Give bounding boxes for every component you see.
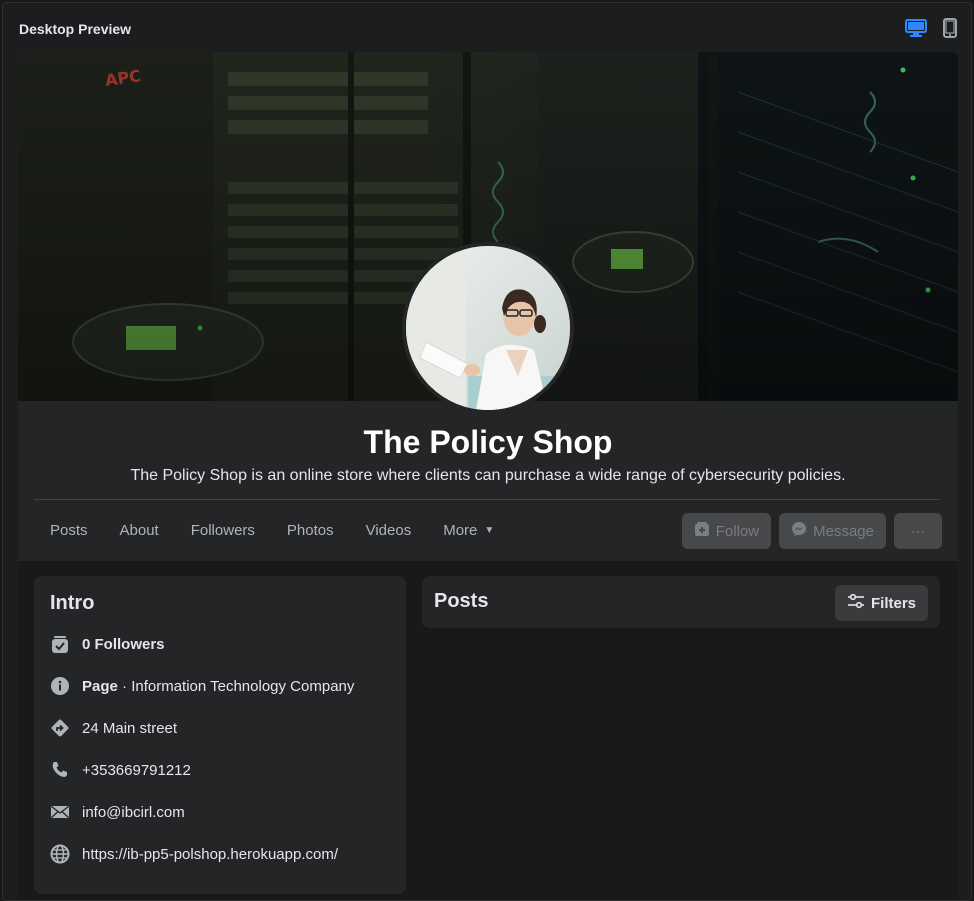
more-options-icon: ··· (910, 522, 926, 540)
tab-posts[interactable]: Posts (34, 512, 104, 548)
address-text[interactable]: 24 Main street (82, 720, 177, 737)
email-link[interactable]: info@ibcirl.com (82, 804, 185, 821)
profile-header: APC (18, 52, 958, 561)
page-preview: APC (18, 52, 958, 899)
profile-avatar[interactable] (402, 242, 574, 414)
tab-label: Followers (190, 521, 255, 539)
phone-icon (50, 760, 70, 780)
message-button[interactable]: Message (779, 513, 886, 549)
tab-label: More (443, 521, 478, 539)
preview-title: Desktop Preview (19, 21, 132, 37)
intro-card: Intro 0 Followers Page · Information Tec… (34, 576, 406, 894)
mobile-icon[interactable] (943, 18, 957, 38)
followers-icon (50, 634, 70, 654)
page-description: The Policy Shop is an online store where… (130, 467, 846, 484)
tab-photos[interactable]: Photos (271, 512, 350, 548)
header-divider (34, 499, 940, 500)
tab-more[interactable]: More ▼ (427, 512, 510, 548)
category-text: · Information Technology Company (117, 677, 355, 695)
intro-category: Page · Information Technology Company (50, 665, 390, 707)
phone-text[interactable]: +353669791212 (82, 762, 191, 779)
follow-button[interactable]: Follow (681, 513, 772, 549)
profile-tabs: Posts About Followers Photos Videos More… (34, 512, 510, 548)
page-name: The Policy Shop (363, 424, 613, 460)
intro-website: https://ib-pp5-polshop.herokuapp.com/ (50, 833, 390, 875)
filters-label: Filters (870, 594, 916, 612)
filters-icon (847, 593, 865, 613)
intro-phone: +353669791212 (50, 749, 390, 791)
tab-label: Photos (286, 521, 334, 539)
filters-button[interactable]: Filters (834, 585, 928, 621)
mail-icon (50, 802, 70, 822)
posts-card: Posts Filters (422, 576, 940, 628)
intro-email: info@ibcirl.com (50, 791, 390, 833)
caret-down-icon: ▼ (484, 524, 495, 536)
globe-icon (50, 844, 70, 864)
preview-header: Desktop Preview (3, 3, 971, 55)
followers-count[interactable]: 0 Followers (82, 636, 165, 653)
tab-videos[interactable]: Videos (350, 512, 428, 548)
directions-icon (50, 718, 70, 738)
intro-title: Intro (50, 592, 95, 614)
intro-followers: 0 Followers (50, 623, 390, 665)
desktop-icon[interactable] (905, 19, 927, 37)
info-icon (50, 676, 70, 696)
tab-label: About (119, 521, 159, 539)
posts-title: Posts (434, 590, 489, 612)
tab-about[interactable]: About (104, 512, 175, 548)
messenger-icon (791, 521, 807, 541)
follow-icon (694, 521, 710, 541)
profile-actions: Follow Message ··· (681, 513, 942, 549)
device-switch (905, 18, 957, 38)
tab-followers[interactable]: Followers (175, 512, 271, 548)
tab-label: Videos (365, 521, 412, 539)
tab-label: Posts (50, 521, 88, 539)
more-options-button[interactable]: ··· (894, 513, 942, 549)
website-link[interactable]: https://ib-pp5-polshop.herokuapp.com/ (82, 846, 338, 863)
message-label: Message (813, 522, 874, 540)
follow-label: Follow (715, 522, 760, 540)
intro-address: 24 Main street (50, 707, 390, 749)
category-prefix: Page (82, 677, 118, 695)
